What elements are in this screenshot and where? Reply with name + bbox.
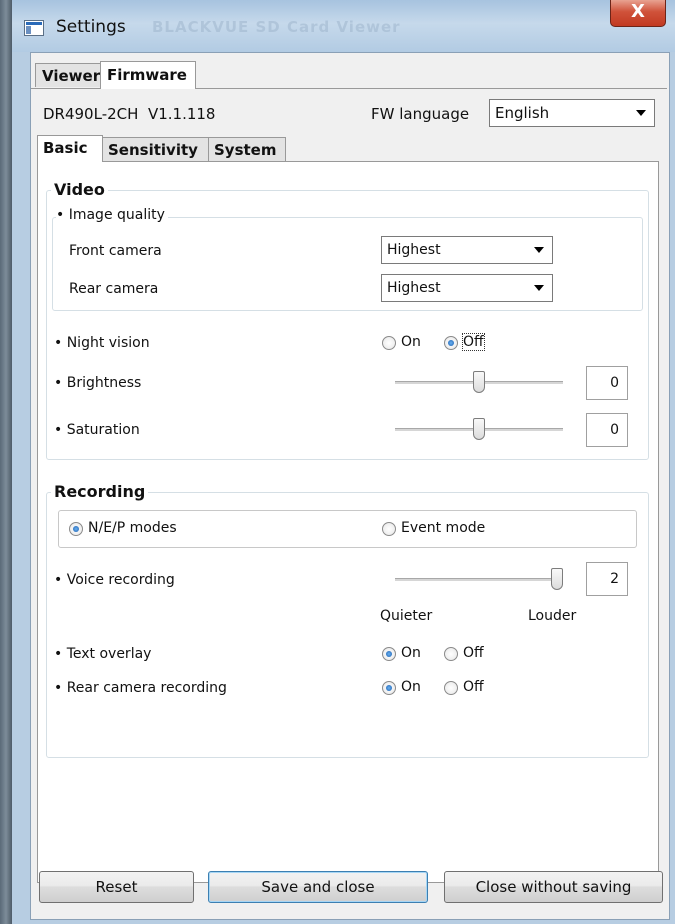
front-camera-quality-select[interactable]: Highest — [381, 236, 553, 264]
settings-window: Settings BLACKVUE SD Card Viewer X Viewe… — [12, 0, 675, 924]
nep-modes-radio[interactable] — [69, 522, 83, 536]
louder-label: Louder — [528, 608, 577, 624]
background-window-edge — [0, 0, 12, 924]
tab-viewer-label: Viewer — [42, 67, 101, 85]
text-overlay-off-radio[interactable] — [444, 647, 458, 661]
saturation-label: • Saturation — [54, 422, 140, 438]
voice-slider-thumb[interactable] — [551, 568, 563, 590]
fw-language-label: FW language — [371, 105, 470, 123]
settings-client-area: Viewer Firmware DR490L-2CH V1.1.118 FW l… — [30, 52, 670, 920]
front-camera-label: Front camera — [69, 243, 162, 259]
night-vision-on-radio[interactable] — [382, 336, 396, 350]
tab-firmware[interactable]: Firmware — [100, 61, 196, 89]
voice-value: 2 — [610, 571, 619, 587]
brightness-label: • Brightness — [54, 375, 142, 391]
rear-recording-off-label: Off — [463, 679, 484, 695]
reset-button[interactable]: Reset — [39, 871, 194, 903]
reset-button-label: Reset — [95, 878, 138, 896]
saturation-value-box: 0 — [586, 413, 628, 447]
event-mode-label: Event mode — [401, 520, 486, 536]
saturation-slider-thumb[interactable] — [473, 418, 485, 440]
text-overlay-off-label: Off — [463, 645, 484, 661]
nep-modes-label: N/E/P modes — [88, 520, 177, 536]
window-title: Settings — [56, 17, 126, 37]
saturation-value: 0 — [610, 422, 619, 438]
brightness-value-box: 0 — [586, 366, 628, 400]
night-vision-off-label: Off — [462, 333, 485, 351]
brightness-slider-thumb[interactable] — [473, 371, 485, 393]
rear-recording-off-radio[interactable] — [444, 681, 458, 695]
recording-group-title: Recording — [51, 482, 149, 501]
tab-system[interactable]: System — [208, 137, 286, 161]
image-quality-label: • Image quality — [56, 207, 168, 223]
rear-recording-on-radio[interactable] — [382, 681, 396, 695]
save-and-close-button[interactable]: Save and close — [208, 871, 428, 903]
basic-settings-panel: Video • Image quality Front camera Highe… — [37, 161, 659, 883]
night-vision-label: • Night vision — [54, 335, 150, 351]
close-without-saving-label: Close without saving — [475, 878, 632, 896]
model-name: DR490L-2CH — [43, 105, 139, 123]
rear-camera-label: Rear camera — [69, 281, 159, 297]
tab-sensitivity-label: Sensitivity — [108, 141, 198, 159]
tab-firmware-label: Firmware — [107, 66, 187, 84]
video-group-title: Video — [51, 180, 108, 199]
front-camera-quality-value: Highest — [387, 242, 441, 258]
rear-camera-quality-select[interactable]: Highest — [381, 274, 553, 302]
close-without-saving-button[interactable]: Close without saving — [444, 871, 663, 903]
voice-slider-track — [395, 578, 563, 581]
close-icon: X — [631, 1, 645, 22]
background-window-title: BLACKVUE SD Card Viewer — [152, 18, 401, 36]
text-overlay-label: • Text overlay — [54, 646, 152, 662]
fw-language-value: English — [495, 104, 550, 122]
firmware-version: V1.1.118 — [147, 105, 216, 123]
tab-sensitivity[interactable]: Sensitivity — [102, 137, 209, 161]
event-mode-radio[interactable] — [382, 522, 396, 536]
close-window-button[interactable]: X — [610, 0, 666, 27]
voice-value-box: 2 — [586, 562, 628, 596]
chevron-down-icon — [534, 285, 544, 291]
firmware-model: DR490L-2CH V1.1.118 — [43, 105, 215, 123]
save-and-close-label: Save and close — [261, 878, 375, 896]
text-overlay-on-label: On — [401, 645, 421, 661]
tab-basic[interactable]: Basic — [37, 135, 103, 162]
tab-basic-label: Basic — [43, 139, 88, 157]
rear-camera-recording-label: • Rear camera recording — [54, 680, 227, 696]
night-vision-on-label: On — [401, 334, 421, 350]
tab-viewer[interactable]: Viewer — [35, 63, 101, 87]
voice-recording-label: • Voice recording — [54, 572, 175, 588]
chevron-down-icon — [534, 247, 544, 253]
rear-camera-quality-value: Highest — [387, 280, 441, 296]
chevron-down-icon — [636, 110, 646, 116]
fw-language-select[interactable]: English — [489, 99, 655, 127]
rear-recording-on-label: On — [401, 679, 421, 695]
quieter-label: Quieter — [380, 608, 433, 624]
title-bar[interactable]: Settings BLACKVUE SD Card Viewer X — [12, 0, 675, 52]
app-window-icon — [24, 20, 44, 36]
tab-system-label: System — [214, 141, 277, 159]
brightness-value: 0 — [610, 375, 619, 391]
night-vision-off-radio[interactable] — [444, 336, 458, 350]
text-overlay-on-radio[interactable] — [382, 647, 396, 661]
